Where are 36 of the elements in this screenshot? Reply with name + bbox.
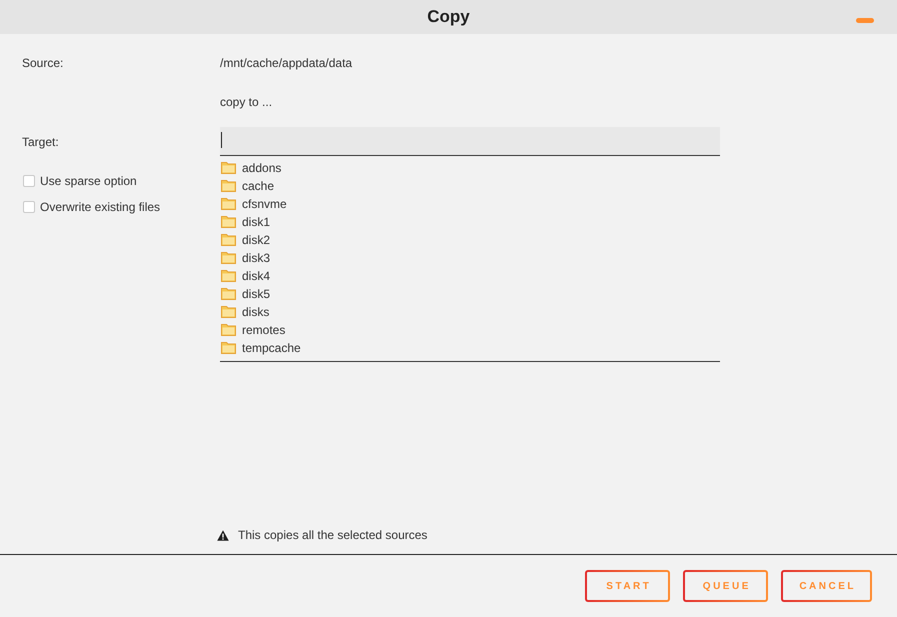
folder-item[interactable]: disk1 bbox=[220, 213, 270, 231]
minimize-button[interactable] bbox=[856, 18, 874, 23]
folder-item[interactable]: disk5 bbox=[220, 285, 270, 303]
folder-icon bbox=[221, 270, 236, 282]
folder-icon bbox=[221, 342, 236, 354]
source-path: /mnt/cache/appdata/data bbox=[220, 55, 352, 71]
folder-item[interactable]: addons bbox=[220, 159, 282, 177]
folder-icon bbox=[221, 324, 236, 336]
checkbox[interactable] bbox=[23, 175, 35, 187]
folder-icon bbox=[221, 162, 236, 174]
option-label[interactable]: Use sparse option bbox=[40, 173, 137, 189]
window-title: Copy bbox=[427, 7, 470, 27]
folder-item[interactable]: disk4 bbox=[220, 267, 270, 285]
folder-icon bbox=[221, 288, 236, 300]
folder-icon bbox=[221, 234, 236, 246]
text-cursor bbox=[221, 132, 222, 148]
source-label: Source: bbox=[22, 55, 64, 71]
folder-item[interactable]: cfsnvme bbox=[220, 195, 287, 213]
warning-icon bbox=[217, 530, 229, 540]
folder-icon bbox=[221, 252, 236, 264]
target-label: Target: bbox=[22, 134, 60, 150]
checkbox[interactable] bbox=[23, 201, 35, 213]
folder-item[interactable]: tempcache bbox=[220, 339, 301, 357]
folder-icon bbox=[221, 306, 236, 318]
folder-icon bbox=[221, 180, 236, 192]
hint-text: copy to ... bbox=[220, 94, 272, 110]
folder-item[interactable]: disk2 bbox=[220, 231, 270, 249]
option-label[interactable]: Overwrite existing files bbox=[40, 199, 160, 215]
folder-item[interactable]: cache bbox=[220, 177, 274, 195]
notice-text: This copies all the selected sources bbox=[238, 527, 428, 543]
folder-icon bbox=[221, 198, 236, 210]
folder-item[interactable]: disks bbox=[220, 303, 270, 321]
folder-icon bbox=[221, 216, 236, 228]
target-input[interactable] bbox=[220, 127, 720, 156]
folder-item[interactable]: remotes bbox=[220, 321, 286, 339]
folder-item[interactable]: disk3 bbox=[220, 249, 270, 267]
